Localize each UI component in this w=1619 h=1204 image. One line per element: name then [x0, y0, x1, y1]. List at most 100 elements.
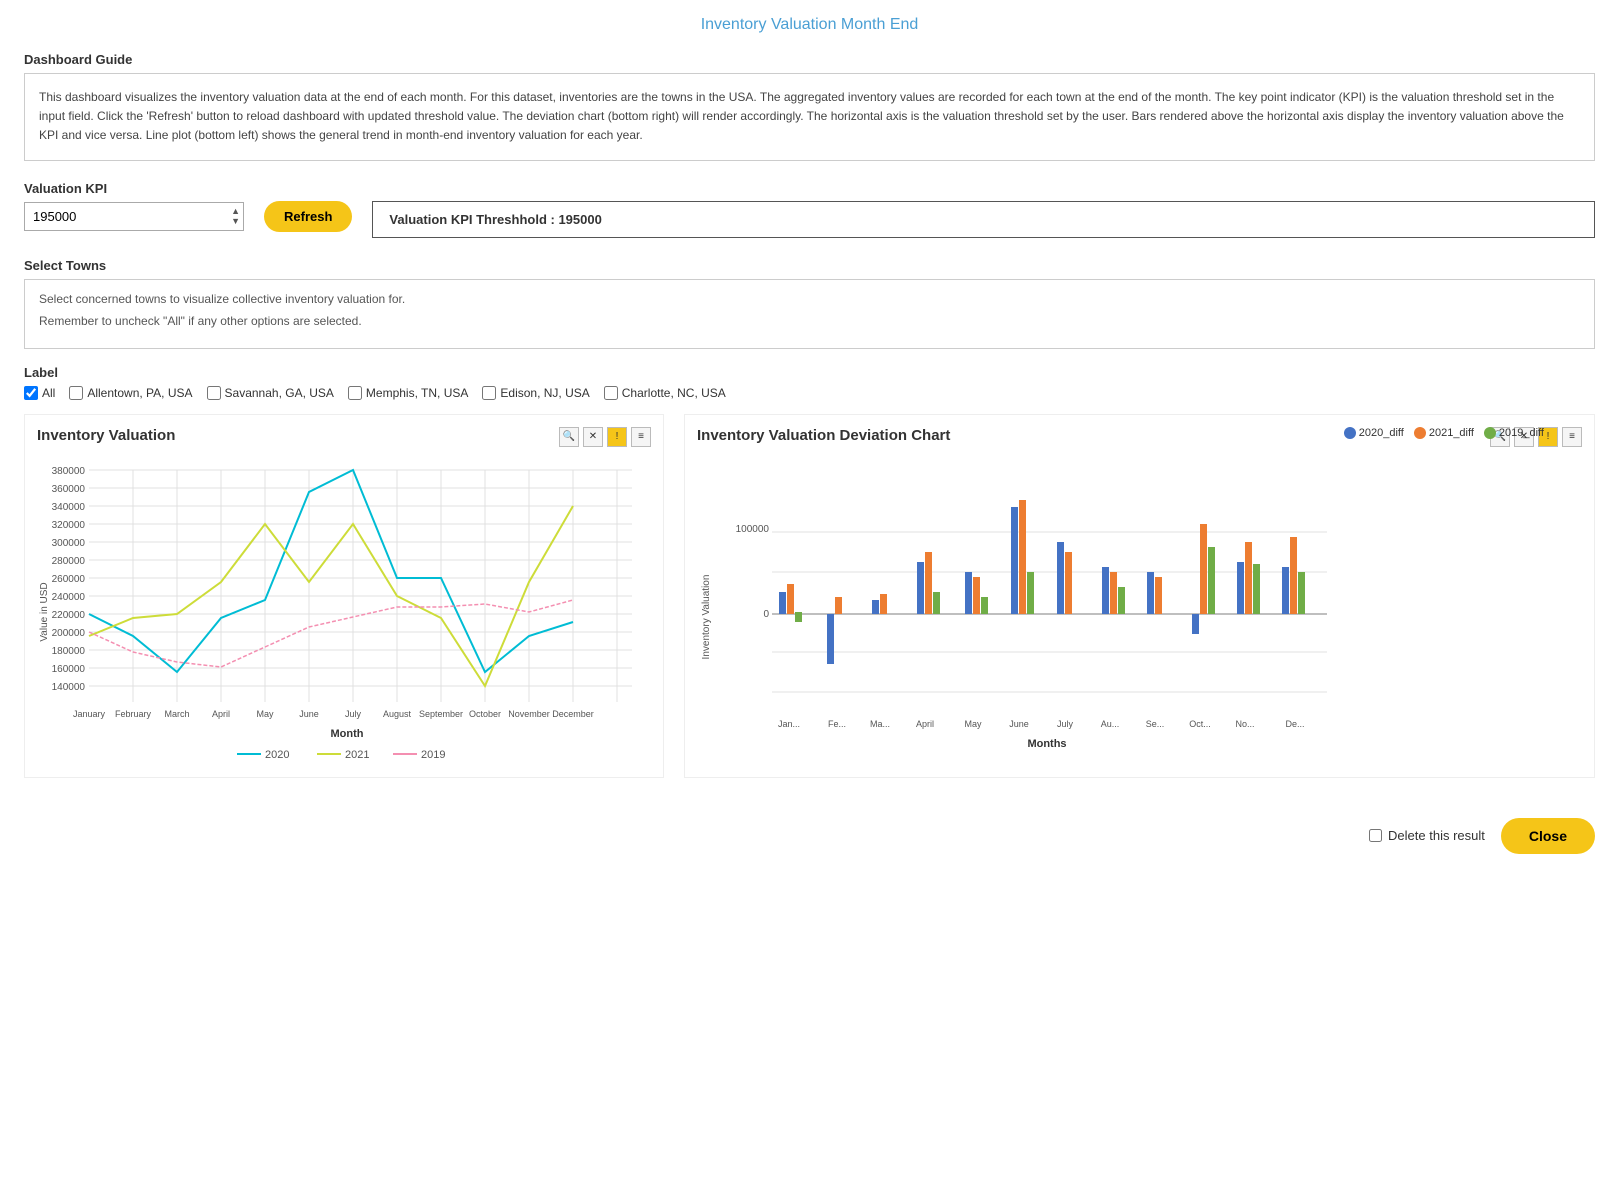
zoom-button[interactable]: 🔍 — [559, 427, 579, 447]
kpi-input[interactable] — [24, 202, 244, 231]
svg-text:April: April — [212, 709, 230, 719]
select-towns-section: Select Towns Select concerned towns to v… — [24, 258, 1595, 349]
deviation-legend: 2020_diff 2021_diff 2019_diff — [1344, 427, 1544, 439]
svg-text:Ma...: Ma... — [870, 719, 890, 729]
svg-text:April: April — [916, 719, 934, 729]
checkbox-memphis-label: Memphis, TN, USA — [366, 386, 468, 400]
dev-legend-2020: 2020_diff — [1344, 427, 1404, 439]
checkbox-edison-input[interactable] — [482, 386, 496, 400]
svg-text:Fe...: Fe... — [828, 719, 846, 729]
svg-text:Inventory Valuation: Inventory Valuation — [701, 574, 712, 659]
checkbox-all-input[interactable] — [24, 386, 38, 400]
svg-text:200000: 200000 — [52, 628, 86, 639]
deviation-chart-container: Inventory Valuation Deviation Chart 🔍 ✕ … — [684, 414, 1595, 778]
checkbox-allentown-input[interactable] — [69, 386, 83, 400]
kpi-input-wrapper: ▲ ▼ — [24, 202, 244, 231]
checkbox-all-label: All — [42, 386, 55, 400]
svg-text:De...: De... — [1285, 719, 1304, 729]
footer-row: Delete this result Close — [24, 808, 1595, 864]
checkbox-savannah-label: Savannah, GA, USA — [225, 386, 334, 400]
checkbox-all: All — [24, 386, 55, 400]
kpi-arrows[interactable]: ▲ ▼ — [231, 206, 240, 226]
guide-text: This dashboard visualizes the inventory … — [39, 88, 1580, 146]
checkbox-charlotte-input[interactable] — [604, 386, 618, 400]
kpi-input-block: Valuation KPI ▲ ▼ — [24, 181, 244, 231]
dev-legend-2020-dot — [1344, 427, 1356, 439]
dev-legend-2020-label: 2020_diff — [1359, 427, 1404, 439]
checkbox-allentown: Allentown, PA, USA — [69, 386, 192, 400]
svg-text:No...: No... — [1235, 719, 1254, 729]
checkbox-savannah-input[interactable] — [207, 386, 221, 400]
svg-text:December: December — [552, 709, 594, 719]
warning-button[interactable]: ! — [607, 427, 627, 447]
svg-text:Au...: Au... — [1101, 719, 1120, 729]
svg-text:180000: 180000 — [52, 646, 86, 657]
svg-text:January: January — [73, 709, 106, 719]
dev-menu-button[interactable]: ≡ — [1562, 427, 1582, 447]
checkbox-memphis: Memphis, TN, USA — [348, 386, 468, 400]
towns-title: Select Towns — [24, 258, 1595, 273]
page-title: Inventory Valuation Month End — [24, 16, 1595, 34]
close-chart-button[interactable]: ✕ — [583, 427, 603, 447]
dev-legend-2021: 2021_diff — [1414, 427, 1474, 439]
svg-text:February: February — [115, 709, 152, 719]
svg-text:March: March — [164, 709, 189, 719]
kpi-display-prefix: Valuation KPI Threshhold : — [389, 212, 558, 227]
svg-text:June: June — [1009, 719, 1029, 729]
close-button[interactable]: Close — [1501, 818, 1595, 854]
kpi-display-box: Valuation KPI Threshhold : 195000 — [372, 201, 1595, 238]
svg-text:100000: 100000 — [736, 524, 770, 535]
refresh-button[interactable]: Refresh — [264, 201, 352, 232]
dev-legend-2019-label: 2019_diff — [1499, 427, 1544, 439]
dashboard-guide-box: This dashboard visualizes the inventory … — [24, 73, 1595, 161]
svg-text:July: July — [345, 709, 362, 719]
line-chart-svg: 380000 360000 340000 320000 300000 28000… — [37, 452, 637, 762]
svg-text:220000: 220000 — [52, 610, 86, 621]
svg-text:160000: 160000 — [52, 664, 86, 675]
svg-text:Months: Months — [1027, 738, 1066, 750]
towns-hint2: Remember to uncheck "All" if any other o… — [39, 314, 1580, 328]
svg-text:June: June — [299, 709, 319, 719]
dev-legend-2021-dot — [1414, 427, 1426, 439]
svg-text:2021: 2021 — [345, 749, 369, 761]
checkbox-memphis-input[interactable] — [348, 386, 362, 400]
svg-text:May: May — [964, 719, 982, 729]
towns-hint1: Select concerned towns to visualize coll… — [39, 292, 1580, 306]
svg-text:Month: Month — [331, 728, 364, 740]
svg-text:July: July — [1057, 719, 1074, 729]
svg-text:Se...: Se... — [1146, 719, 1165, 729]
dev-legend-2019: 2019_diff — [1484, 427, 1544, 439]
checkbox-charlotte-label: Charlotte, NC, USA — [622, 386, 726, 400]
checkbox-charlotte: Charlotte, NC, USA — [604, 386, 726, 400]
svg-text:360000: 360000 — [52, 484, 86, 495]
svg-text:November: November — [508, 709, 550, 719]
svg-text:May: May — [256, 709, 274, 719]
checkbox-edison: Edison, NJ, USA — [482, 386, 589, 400]
delete-checkbox-row: Delete this result — [1369, 828, 1485, 843]
deviation-chart-svg: Inventory Valuation 100000 0 — [697, 452, 1337, 762]
menu-button[interactable]: ≡ — [631, 427, 651, 447]
line-chart-toolbar: 🔍 ✕ ! ≡ — [559, 427, 651, 447]
label-title: Label — [24, 365, 1595, 380]
towns-box: Select concerned towns to visualize coll… — [24, 279, 1595, 349]
svg-text:Jan...: Jan... — [778, 719, 800, 729]
svg-text:340000: 340000 — [52, 502, 86, 513]
svg-text:300000: 300000 — [52, 538, 86, 549]
charts-row: Inventory Valuation 🔍 ✕ ! ≡ 380000 36000… — [24, 414, 1595, 778]
kpi-row: Valuation KPI ▲ ▼ Refresh Valuation KPI … — [24, 181, 1595, 238]
svg-text:September: September — [419, 709, 463, 719]
delete-result-checkbox[interactable] — [1369, 829, 1382, 842]
kpi-arrow-down[interactable]: ▼ — [231, 216, 240, 226]
svg-text:380000: 380000 — [52, 466, 86, 477]
line-chart-container: Inventory Valuation 🔍 ✕ ! ≡ 380000 36000… — [24, 414, 664, 778]
dev-legend-2019-dot — [1484, 427, 1496, 439]
svg-text:2020: 2020 — [265, 749, 289, 761]
dev-legend-2021-label: 2021_diff — [1429, 427, 1474, 439]
svg-text:August: August — [383, 709, 412, 719]
svg-text:October: October — [469, 709, 501, 719]
kpi-arrow-up[interactable]: ▲ — [231, 206, 240, 216]
guide-title: Dashboard Guide — [24, 52, 1595, 67]
svg-text:240000: 240000 — [52, 592, 86, 603]
checkbox-row: All Allentown, PA, USA Savannah, GA, USA… — [24, 386, 1595, 400]
delete-result-label: Delete this result — [1388, 828, 1485, 843]
